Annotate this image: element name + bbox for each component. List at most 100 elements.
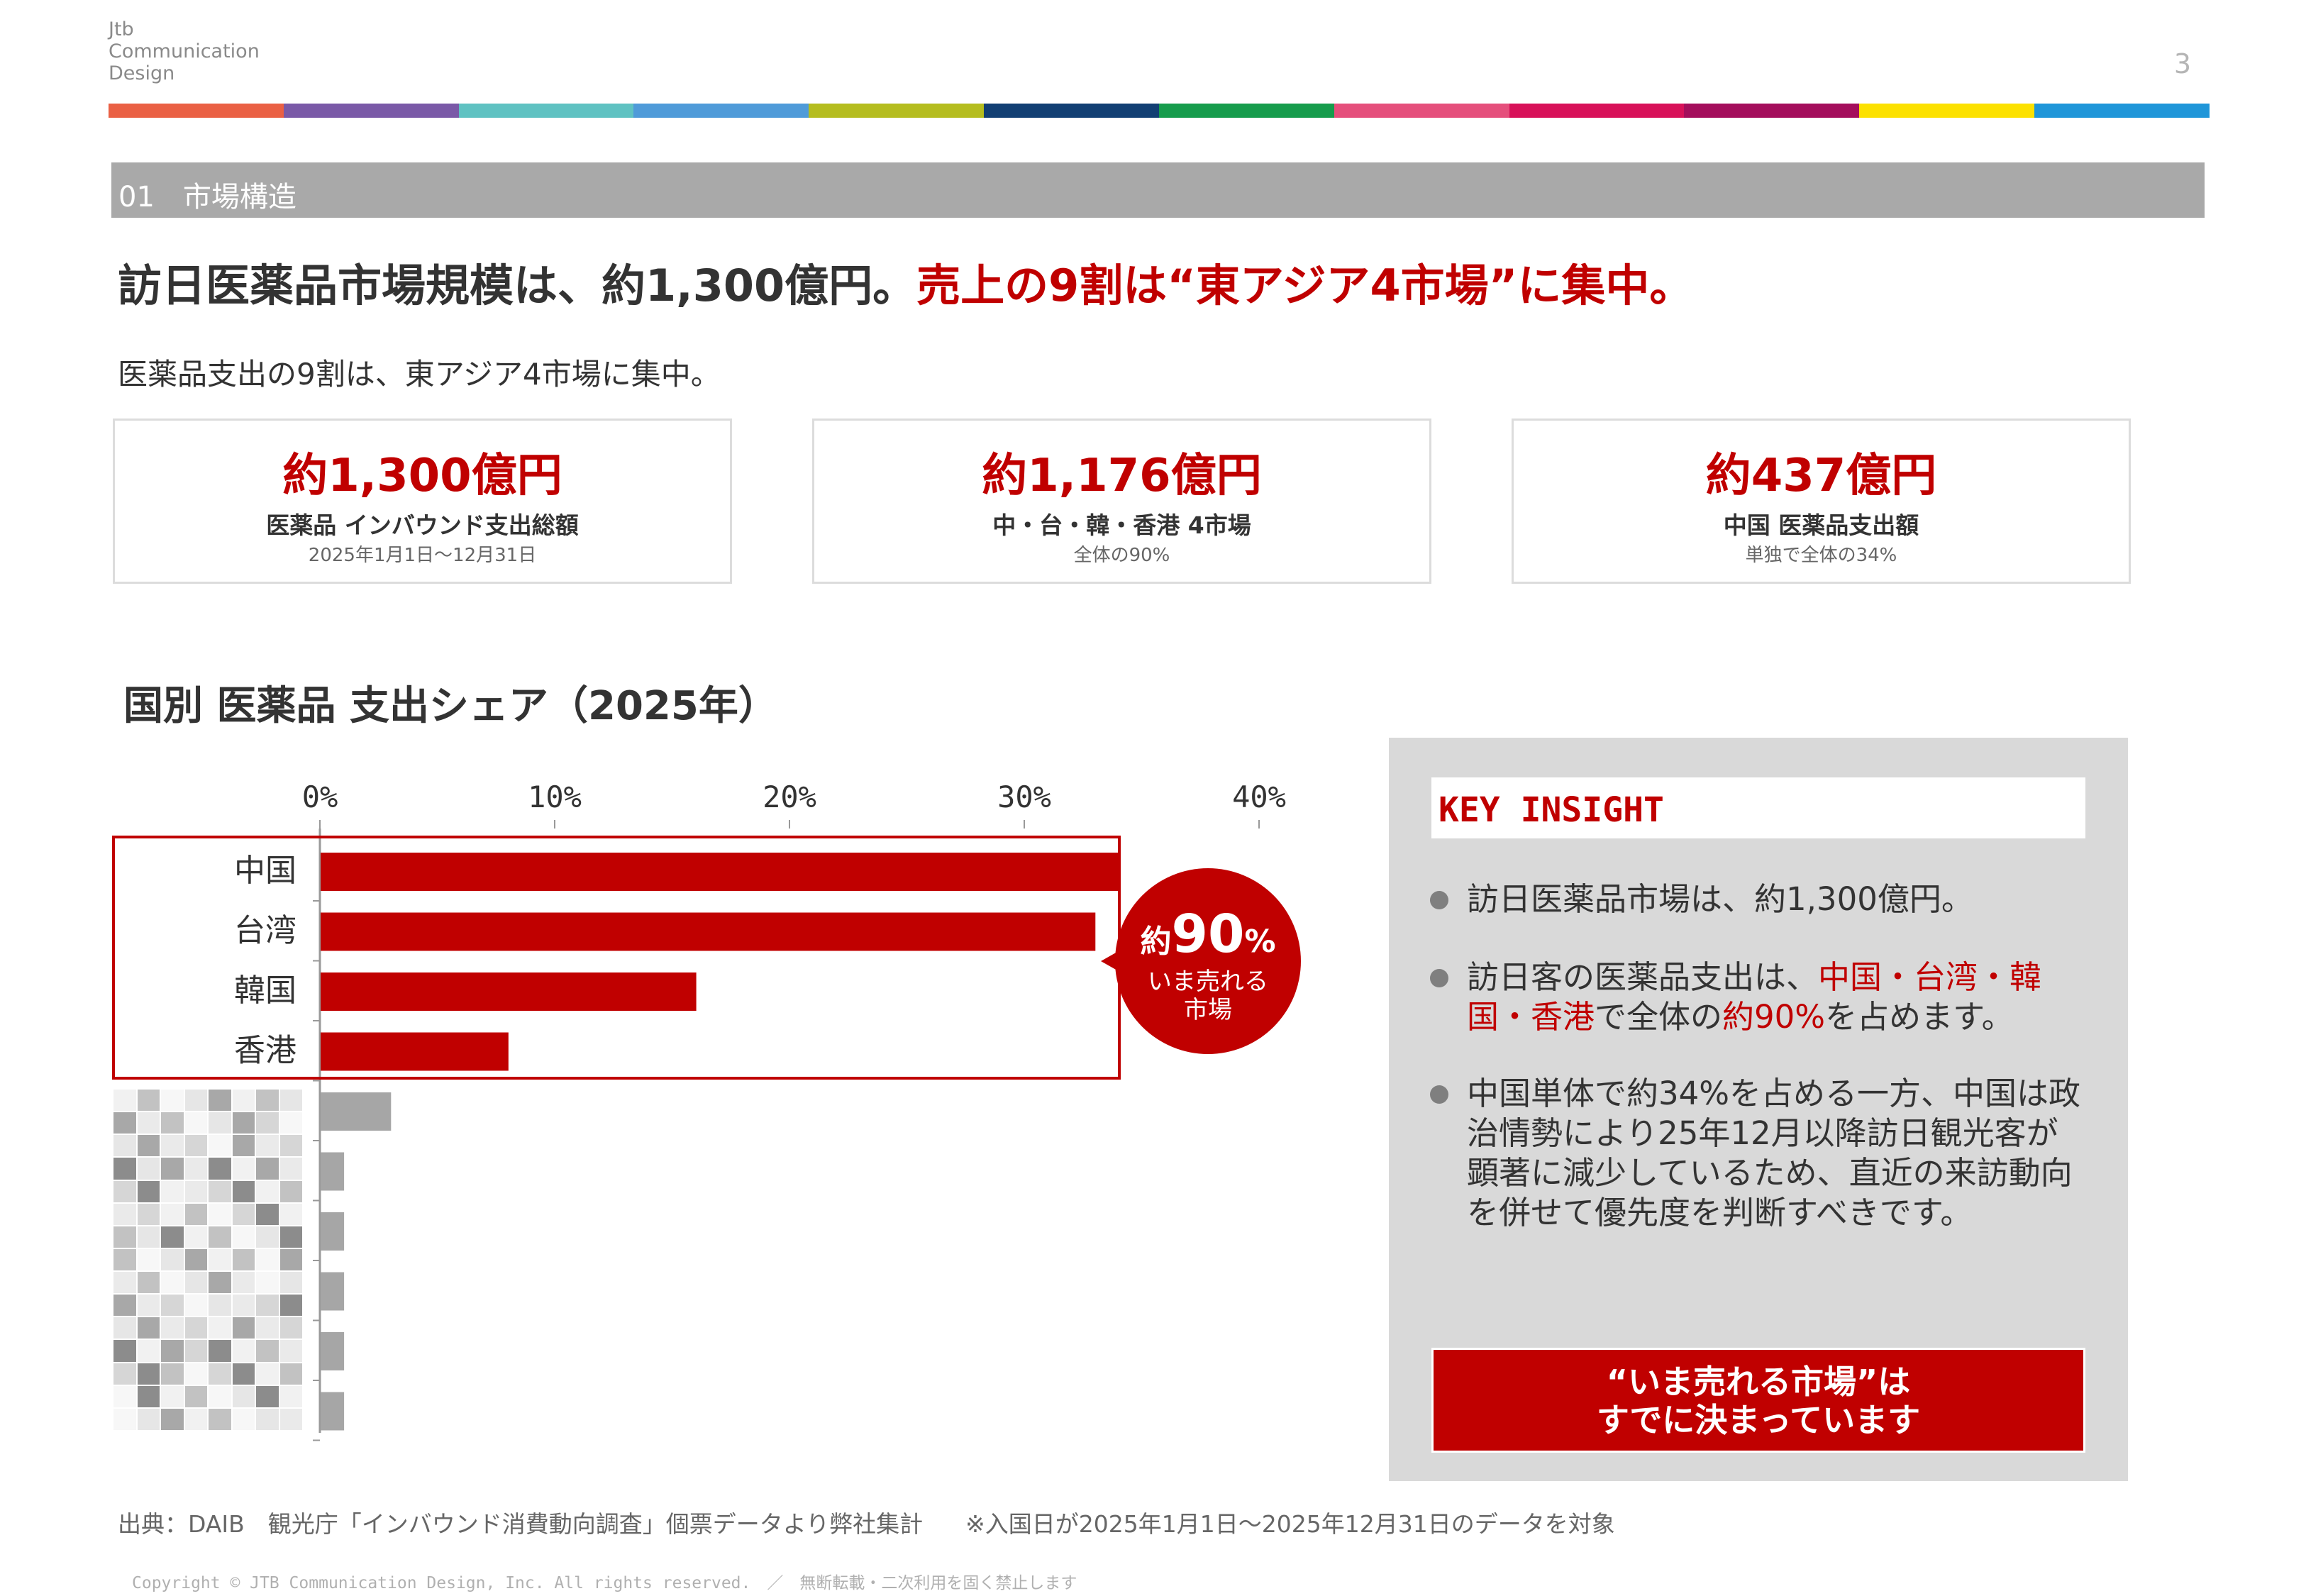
insight-bullet-1: 訪日医薬品市場は、約1,300億円。 bbox=[1430, 880, 2083, 919]
section-label: 01 市場構造 bbox=[118, 181, 296, 214]
mosaic-cell bbox=[256, 1090, 279, 1112]
category-label: 韓国 bbox=[234, 972, 296, 1009]
callout-line-2: 市場 bbox=[1184, 996, 1232, 1024]
mosaic-cell bbox=[232, 1317, 255, 1339]
kpi-note: 2025年1月1日～12月31日 bbox=[308, 545, 537, 566]
bar bbox=[321, 1392, 345, 1431]
mosaic-cell bbox=[209, 1226, 231, 1248]
bullet-2-highlight-share: 約90% bbox=[1722, 998, 1826, 1036]
mosaic-cell bbox=[232, 1158, 255, 1180]
mosaic-cell bbox=[137, 1295, 160, 1317]
mosaic-cell bbox=[137, 1180, 160, 1202]
copyright-footer: Copyright © JTB Communication Design, In… bbox=[132, 1574, 1077, 1592]
mosaic-cell bbox=[279, 1317, 302, 1339]
mosaic-cell bbox=[161, 1112, 184, 1134]
color-stripe-segment bbox=[809, 104, 985, 118]
mosaic-cell bbox=[184, 1317, 207, 1339]
kpi-value: 約437億円 bbox=[1705, 450, 1937, 502]
mosaic-cell bbox=[184, 1363, 207, 1385]
mosaic-cell bbox=[113, 1295, 136, 1317]
source-text: 出典：DAIB 観光庁「インバウンド消費動向調査」個票データより弊社集計 bbox=[118, 1510, 924, 1538]
bar bbox=[321, 972, 697, 1011]
mosaic-cell bbox=[184, 1248, 207, 1271]
mosaic-cell bbox=[279, 1112, 302, 1134]
bullet-2-part-b: で全体の bbox=[1595, 998, 1723, 1036]
mosaic-cell bbox=[279, 1226, 302, 1248]
bullet-dot-icon bbox=[1430, 1085, 1448, 1104]
mosaic-cell bbox=[113, 1135, 136, 1157]
insight-header: KEY INSIGHT bbox=[1431, 777, 2085, 838]
mosaic-cell bbox=[209, 1385, 231, 1407]
mosaic-cell bbox=[209, 1295, 231, 1317]
company-logo: Jtb Communication Design bbox=[109, 18, 260, 84]
bullet-2-part-c: を占めます。 bbox=[1825, 998, 2014, 1036]
mosaic-cell bbox=[184, 1295, 207, 1317]
mosaic-cell bbox=[209, 1408, 231, 1430]
mosaic-cell bbox=[279, 1090, 302, 1112]
mosaic-cell bbox=[161, 1272, 184, 1294]
kpi-value: 約1,300億円 bbox=[282, 450, 562, 502]
mosaic-cell bbox=[161, 1408, 184, 1430]
mosaic-cell bbox=[279, 1340, 302, 1362]
mosaic-cell bbox=[137, 1317, 160, 1339]
mosaic-cell bbox=[184, 1408, 207, 1430]
insight-title: KEY INSIGHT bbox=[1439, 790, 1664, 830]
mosaic-cell bbox=[256, 1363, 279, 1385]
mosaic-cell bbox=[232, 1135, 255, 1157]
mosaic-cell bbox=[113, 1408, 136, 1430]
bar bbox=[321, 912, 1096, 951]
mosaic-cell bbox=[113, 1385, 136, 1407]
color-stripe-segment bbox=[1158, 104, 1334, 118]
mosaic-cell bbox=[184, 1112, 207, 1134]
mosaic-cell bbox=[137, 1385, 160, 1407]
section-header: 01 市場構造 bbox=[111, 162, 2205, 218]
logo-line-2: Communication bbox=[109, 40, 260, 62]
mosaic-cell bbox=[161, 1203, 184, 1225]
insight-bullet-2: 訪日客の医薬品支出は、中国・台湾・韓国・香港で全体の約90%を占めます。 bbox=[1430, 958, 2083, 1037]
mosaic-cell bbox=[279, 1408, 302, 1430]
mosaic-cell bbox=[279, 1135, 302, 1157]
mosaic-cell bbox=[161, 1158, 184, 1180]
x-tick-label: 10% bbox=[528, 780, 582, 814]
logo-line-1: Jtb bbox=[109, 18, 134, 40]
color-stripe-segment bbox=[1684, 104, 1860, 118]
mosaic-cell bbox=[137, 1203, 160, 1225]
mosaic-cell bbox=[279, 1272, 302, 1294]
x-tick-label: 0% bbox=[302, 780, 338, 814]
bar bbox=[321, 1332, 345, 1370]
mosaic-cell bbox=[232, 1203, 255, 1225]
mosaic-cell bbox=[113, 1112, 136, 1134]
mosaic-cell bbox=[256, 1180, 279, 1202]
mosaic-cell bbox=[279, 1158, 302, 1180]
color-stripe-segment bbox=[1509, 104, 1685, 118]
mosaic-cell bbox=[113, 1272, 136, 1294]
x-tick-label: 40% bbox=[1232, 780, 1286, 814]
mosaic-cell bbox=[256, 1385, 279, 1407]
mosaic-cell bbox=[137, 1340, 160, 1362]
kpi-label: 医薬品 インバウンド支出総額 bbox=[266, 511, 579, 539]
mosaic-cell bbox=[209, 1340, 231, 1362]
mosaic-cell bbox=[184, 1340, 207, 1362]
callout-line-1: いま売れる bbox=[1148, 968, 1268, 996]
kpi-note: 単独で全体の34% bbox=[1745, 545, 1897, 566]
bar bbox=[321, 853, 1119, 891]
x-tick-label: 20% bbox=[763, 780, 816, 814]
kpi-card-china: 約437億円 中国 医薬品支出額 単独で全体の34% bbox=[1512, 419, 2131, 584]
page-title: 訪日医薬品市場規模は、約1,300億円。売上の9割は“東アジア4市場”に集中。 bbox=[118, 250, 1693, 314]
mosaic-cell bbox=[113, 1340, 136, 1362]
mosaic-cell bbox=[232, 1248, 255, 1271]
mosaic-cell bbox=[256, 1408, 279, 1430]
mosaic-cell bbox=[184, 1090, 207, 1112]
mosaic-cell bbox=[184, 1385, 207, 1407]
mosaic-cell bbox=[113, 1317, 136, 1339]
bullet-text: 訪日医薬品市場は、約1,300億円。 bbox=[1467, 880, 1973, 918]
color-stripe-segment bbox=[283, 104, 459, 118]
mosaic-cell bbox=[161, 1090, 184, 1112]
mosaic-cell bbox=[161, 1385, 184, 1407]
mosaic-cell bbox=[232, 1295, 255, 1317]
key-insight-panel: KEY INSIGHT 訪日医薬品市場は、約1,300億円。 訪日客の医薬品支出… bbox=[1389, 738, 2128, 1481]
logo-line-3: Design bbox=[109, 62, 175, 84]
mosaic-cell bbox=[137, 1272, 160, 1294]
color-stripe-segment bbox=[109, 104, 284, 118]
page-subtitle: 医薬品支出の9割は、東アジア4市場に集中。 bbox=[118, 357, 721, 392]
